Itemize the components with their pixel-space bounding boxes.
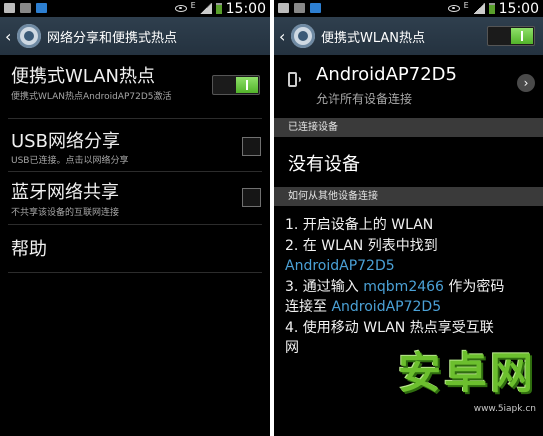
- item-title: 帮助: [11, 239, 47, 260]
- network-type-label: E: [463, 1, 469, 10]
- switch-knob: [236, 77, 258, 93]
- hotspot-status-icon: [310, 3, 321, 13]
- smart-stay-icon: [174, 5, 187, 12]
- settings-gear-icon[interactable]: [291, 24, 315, 48]
- ssid-link: AndroidAP72D5: [331, 299, 442, 315]
- item-title: USB网络分享: [11, 131, 120, 152]
- bluetooth-tethering-checkbox[interactable]: [242, 188, 261, 207]
- notification-icons: [278, 3, 321, 13]
- list-item-usb-tethering[interactable]: USB网络分享 USB已连接。点击以网络分享: [0, 119, 270, 171]
- hotspot-status-icon: [36, 3, 47, 13]
- left-screen: E 15:00 ‹ 网络分享和便携式热点 便携式WLAN热点 便携式WLAN热点…: [0, 0, 270, 436]
- notification-icons: [4, 3, 47, 13]
- instruction-line: 1. 开启设备上的 WLAN: [285, 217, 434, 233]
- image-icon: [294, 3, 305, 13]
- watermark-url: www.5iapk.cn: [473, 404, 536, 414]
- list-item-help[interactable]: 帮助: [0, 225, 270, 271]
- action-bar: ‹ 网络分享和便携式热点: [0, 17, 270, 55]
- battery-icon: [488, 3, 495, 14]
- ssid-link: AndroidAP72D5: [285, 258, 395, 274]
- page-title: 便携式WLAN热点: [321, 30, 426, 46]
- instruction-line: 4. 使用移动 WLAN 热点享受互联: [285, 319, 494, 336]
- item-subtitle: USB已连接。点击以网络分享: [11, 156, 129, 166]
- switch-knob: [511, 28, 533, 44]
- network-type-label: E: [190, 1, 196, 10]
- phone-hotspot-icon: [288, 72, 301, 87]
- signal-icon: [199, 3, 212, 14]
- list-item-wlan-hotspot[interactable]: 便携式WLAN热点 便携式WLAN热点AndroidAP72D5激活: [0, 55, 270, 107]
- section-header-connected: 已连接设备: [274, 118, 543, 137]
- back-chevron-icon[interactable]: ‹: [279, 27, 289, 46]
- instruction-line: 3. 通过输入 mqbm2466 作为密码: [285, 278, 505, 295]
- image-icon: [20, 3, 31, 13]
- signal-icon: [472, 3, 485, 14]
- usb-tethering-checkbox[interactable]: [242, 137, 261, 156]
- smart-stay-icon: [447, 5, 460, 12]
- instruction-line: 2. 在 WLAN 列表中找到: [285, 237, 438, 254]
- status-bar: E 15:00: [274, 0, 543, 17]
- wlan-hotspot-switch[interactable]: [212, 75, 260, 95]
- divider: [8, 272, 262, 273]
- action-bar: ‹ 便携式WLAN热点: [274, 17, 543, 55]
- item-subtitle: 便携式WLAN热点AndroidAP72D5激活: [11, 92, 172, 102]
- status-bar: E 15:00: [0, 0, 270, 17]
- right-screen: E 15:00 ‹ 便携式WLAN热点 AndroidAP72D5 允许所有设备…: [274, 0, 543, 436]
- item-subtitle: 不共享该设备的互联网连接: [11, 208, 120, 218]
- no-device-label: 没有设备: [288, 154, 360, 175]
- page-title: 网络分享和便携式热点: [47, 30, 178, 46]
- notification-icon: [4, 3, 15, 13]
- status-time: 15:00: [225, 0, 266, 17]
- chevron-right-icon[interactable]: ›: [517, 74, 535, 92]
- item-title: 便携式WLAN热点: [11, 66, 156, 87]
- hotspot-master-switch[interactable]: [487, 26, 535, 46]
- hotspot-subtitle: 允许所有设备连接: [316, 92, 413, 106]
- list-item-bluetooth-tethering[interactable]: 蓝牙网络共享 不共享该设备的互联网连接: [0, 172, 270, 224]
- password-text: mqbm2466: [363, 278, 444, 295]
- hotspot-name: AndroidAP72D5: [316, 64, 457, 85]
- item-title: 蓝牙网络共享: [11, 182, 119, 203]
- notification-icon: [278, 3, 289, 13]
- site-watermark: 安卓网 www.5iapk.cn: [398, 350, 538, 430]
- watermark-logo: 安卓网: [398, 349, 536, 399]
- instruction-line: 连接至 AndroidAP72D5: [285, 299, 442, 315]
- settings-gear-icon[interactable]: [17, 24, 41, 48]
- section-header-howto: 如何从其他设备连接: [274, 187, 543, 206]
- status-time: 15:00: [498, 0, 539, 17]
- battery-icon: [215, 3, 222, 14]
- back-chevron-icon[interactable]: ‹: [5, 27, 15, 46]
- connection-instructions: 1. 开启设备上的 WLAN 2. 在 WLAN 列表中找到 AndroidAP…: [285, 215, 539, 359]
